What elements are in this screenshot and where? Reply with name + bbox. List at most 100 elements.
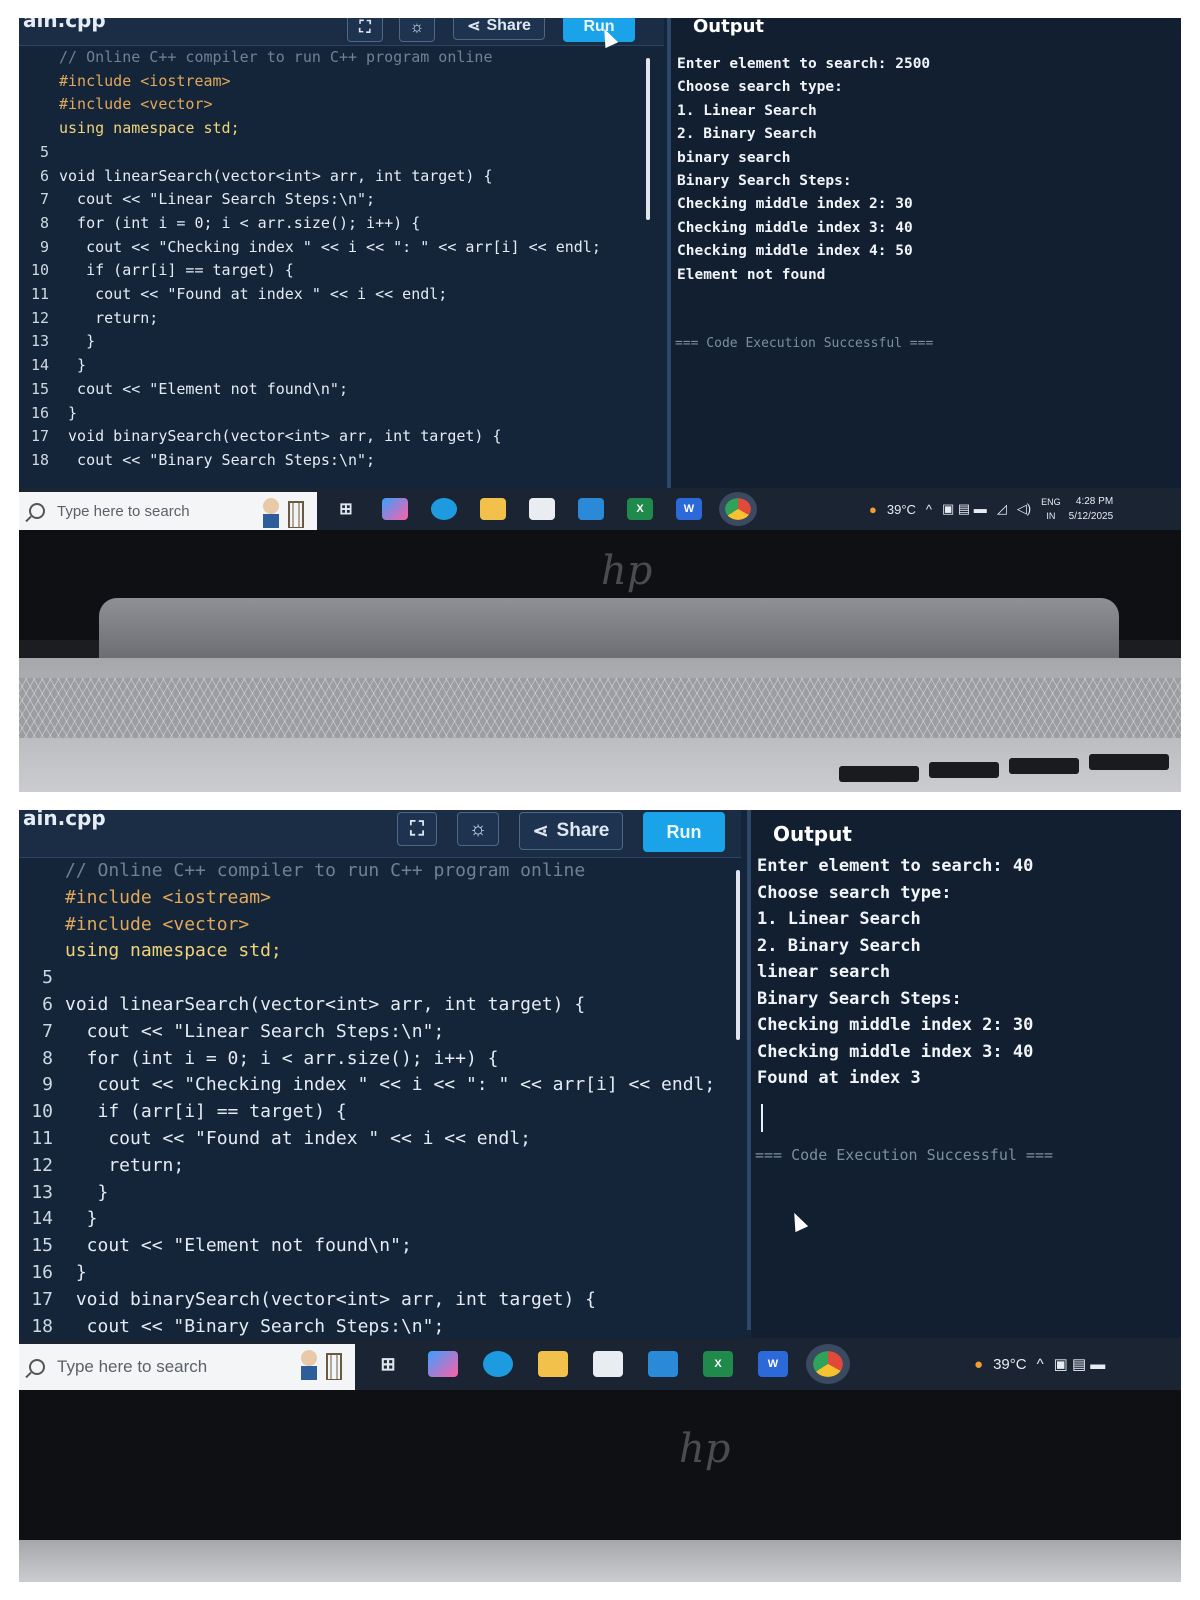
line-number [19,860,53,881]
output-line: Checking middle index 2: 30 [757,1015,1034,1035]
word-icon[interactable]: W [758,1351,788,1377]
code-line[interactable]: 13 } [19,332,95,350]
store-icon[interactable] [529,498,555,520]
taskbar-search[interactable]: Type here to search [19,492,317,530]
code-line[interactable]: 6 void linearSearch(vector<int> arr, int … [19,167,493,185]
code-editor[interactable]: // Online C++ compiler to run C++ progra… [19,48,664,500]
chrome-icon[interactable] [719,492,757,526]
share-button[interactable]: ⋖ Share [453,18,545,40]
code-line[interactable]: 7 cout << "Linear Search Steps:\n"; [19,190,375,208]
tray-overflow-icon[interactable]: ^ [926,502,932,517]
code-line[interactable]: #include <vector> [19,95,213,113]
code-text: void linearSearch(vector<int> arr, int t… [65,994,586,1015]
code-line[interactable]: 5 [19,967,65,988]
line-number: 8 [39,213,49,232]
line-number: 15 [31,1235,53,1257]
file-tab[interactable]: ain.cpp [23,18,106,32]
code-line[interactable]: 9 cout << "Checking index " << i << ": "… [19,238,601,256]
code-line[interactable]: 15 cout << "Element not found\n"; [19,380,348,398]
editor-toolbar: ain.cpp ⛶ ☼ ⋖ Share Run [19,810,741,858]
code-line[interactable]: #include <iostream> [19,887,271,908]
code-line[interactable]: 8 for (int i = 0; i < arr.size(); i++) { [19,214,420,232]
share-button[interactable]: ⋖ Share [519,812,623,850]
code-line[interactable]: 16 } [19,1262,86,1283]
tray-apps-icon[interactable]: ▣ ▤ ▬ [942,501,987,517]
outlook-icon[interactable] [648,1351,678,1377]
share-label: Share [486,18,531,34]
code-line[interactable]: 12 return; [19,309,158,327]
code-text: void binarySearch(vector<int> arr, int t… [59,427,502,446]
clock[interactable]: 4:28 PM 5/12/2025 [1069,494,1114,524]
editor-scrollbar[interactable] [736,870,740,1040]
code-line[interactable]: 8 for (int i = 0; i < arr.size(); i++) { [19,1048,498,1069]
code-line[interactable]: 17 void binarySearch(vector<int> arr, in… [19,1289,596,1310]
wifi-icon[interactable]: ◿ [997,501,1007,517]
code-line[interactable]: 9 cout << "Checking index " << i << ": "… [19,1074,715,1095]
code-line[interactable]: 14 } [19,356,86,374]
fullscreen-icon: ⛶ [359,19,371,36]
file-explorer-icon[interactable] [538,1351,568,1377]
line-number: 12 [31,1154,53,1176]
taskbar-search[interactable]: Type here to search [19,1344,355,1390]
task-view-icon[interactable]: ⊞ [373,1351,403,1377]
copilot-icon[interactable] [428,1351,458,1377]
code-line[interactable]: 5 [19,143,59,161]
system-tray: ● 39°C ^ ▣ ▤ ▬ [974,1338,1115,1390]
code-line[interactable]: #include <vector> [19,914,249,935]
code-line[interactable]: // Online C++ compiler to run C++ progra… [19,860,585,881]
line-number: 7 [39,190,49,209]
copilot-icon[interactable] [382,498,408,520]
edge-icon[interactable] [483,1351,513,1377]
theme-toggle-button[interactable]: ☼ [399,18,435,42]
input-language[interactable]: ENG IN [1041,495,1061,523]
code-line[interactable]: 11 cout << "Found at index " << i << end… [19,285,447,303]
temperature: 39°C [993,1355,1027,1373]
code-line[interactable]: 7 cout << "Linear Search Steps:\n"; [19,1021,444,1042]
volume-icon[interactable]: ◁) [1017,501,1031,517]
run-button[interactable]: Run [643,812,725,852]
excel-icon[interactable]: X [627,498,653,520]
fullscreen-button[interactable]: ⛶ [347,18,383,42]
output-line: Enter element to search: 40 [757,856,1034,876]
excel-icon[interactable]: X [703,1351,733,1377]
code-line[interactable]: 16 } [19,404,77,422]
theme-toggle-button[interactable]: ☼ [457,812,499,846]
weather-icon[interactable]: ● [974,1356,983,1373]
code-line[interactable]: 13 } [19,1182,108,1203]
code-line[interactable]: #include <iostream> [19,72,231,90]
code-editor[interactable]: // Online C++ compiler to run C++ progra… [19,860,739,1380]
code-line[interactable]: // Online C++ compiler to run C++ progra… [19,48,492,66]
line-number: 12 [30,308,49,327]
edge-icon[interactable] [431,498,457,520]
store-icon[interactable] [593,1351,623,1377]
text-caret [761,1104,763,1132]
file-tab[interactable]: ain.cpp [23,810,106,830]
code-line[interactable]: 18 cout << "Binary Search Steps:\n"; [19,451,375,469]
code-line[interactable]: 11 cout << "Found at index " << i << end… [19,1128,531,1149]
output-line: binary search [677,149,791,166]
code-line[interactable]: 18 cout << "Binary Search Steps:\n"; [19,1316,444,1337]
code-line[interactable]: 10 if (arr[i] == target) { [19,261,294,279]
code-line[interactable]: 17 void binarySearch(vector<int> arr, in… [19,427,502,445]
chrome-icon[interactable] [806,1344,850,1384]
task-view-icon[interactable]: ⊞ [333,498,359,520]
weather-icon[interactable]: ● [869,502,877,517]
tray-apps-icon[interactable]: ▣ ▤ ▬ [1054,1355,1106,1373]
file-explorer-icon[interactable] [480,498,506,520]
code-text: void binarySearch(vector<int> arr, int t… [65,1288,597,1310]
code-line[interactable]: 12 return; [19,1155,184,1176]
line-number: 16 [31,1262,53,1283]
code-line[interactable]: 15 cout << "Element not found\n"; [19,1235,411,1257]
code-line[interactable]: using namespace std; [19,940,282,961]
word-icon[interactable]: W [676,498,702,520]
code-line[interactable]: 6 void linearSearch(vector<int> arr, int … [19,994,585,1015]
code-text: using namespace std; [65,940,282,962]
outlook-icon[interactable] [578,498,604,520]
output-line: Checking middle index 3: 40 [757,1041,1034,1062]
editor-scrollbar[interactable] [646,58,650,220]
fullscreen-button[interactable]: ⛶ [397,812,437,846]
tray-overflow-icon[interactable]: ^ [1037,1356,1044,1373]
code-line[interactable]: 14 } [19,1208,97,1229]
code-line[interactable]: using namespace std; [19,119,240,137]
code-line[interactable]: 10 if (arr[i] == target) { [19,1101,346,1122]
